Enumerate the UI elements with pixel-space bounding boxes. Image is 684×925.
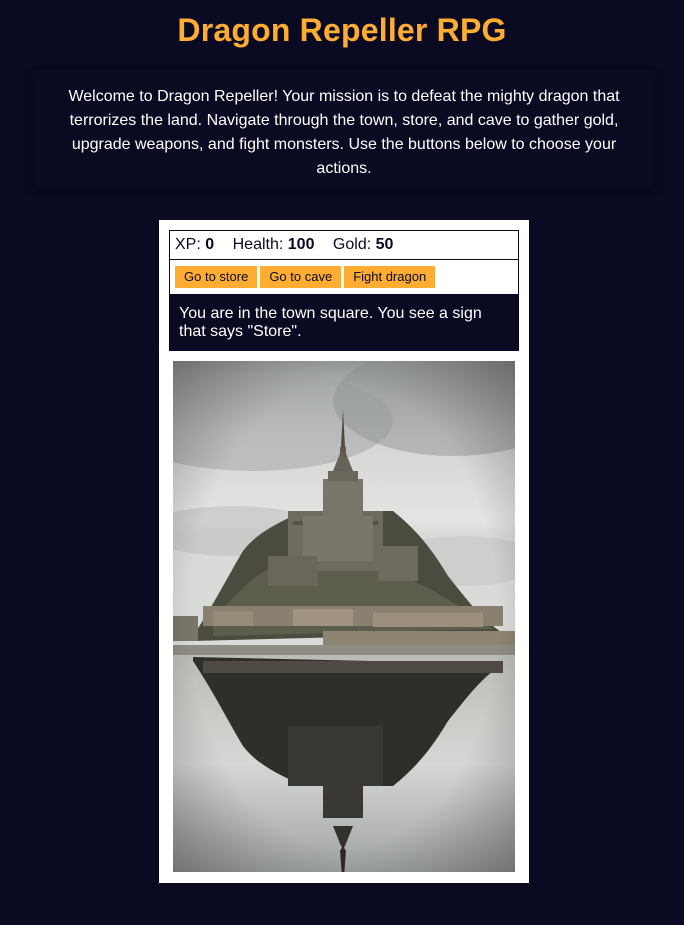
health-label: Health: <box>232 236 284 253</box>
game-container: XP: 0 Health: 100 Gold: 50 Go to store Go… <box>159 220 529 883</box>
castle-island-image <box>173 361 515 872</box>
intro-panel: Welcome to Dragon Repeller! Your mission… <box>34 74 654 188</box>
xp-value: 0 <box>205 236 215 253</box>
location-text-panel: You are in the town square. You see a si… <box>169 294 519 351</box>
location-text: You are in the town square. You see a si… <box>179 305 482 340</box>
intro-text: Welcome to Dragon Repeller! Your mission… <box>68 88 620 177</box>
stats-bar: XP: 0 Health: 100 Gold: 50 <box>169 230 519 260</box>
gold-label: Gold: <box>332 236 372 253</box>
xp-label: XP: <box>175 236 201 253</box>
health-value: 100 <box>287 236 315 253</box>
page-title: Dragon Repeller RPG <box>177 12 507 48</box>
gold-stat: Gold: 50 <box>333 236 394 253</box>
controls-bar: Go to store Go to cave Fight dragon <box>169 260 519 294</box>
go-to-store-button[interactable]: Go to store <box>175 266 258 288</box>
gold-value: 50 <box>375 236 394 253</box>
castle-island-photo <box>173 361 515 872</box>
health-stat: Health: 100 <box>233 236 315 253</box>
go-to-cave-button[interactable]: Go to cave <box>260 266 342 288</box>
xp-stat: XP: 0 <box>175 236 214 253</box>
fight-dragon-button[interactable]: Fight dragon <box>344 266 436 288</box>
